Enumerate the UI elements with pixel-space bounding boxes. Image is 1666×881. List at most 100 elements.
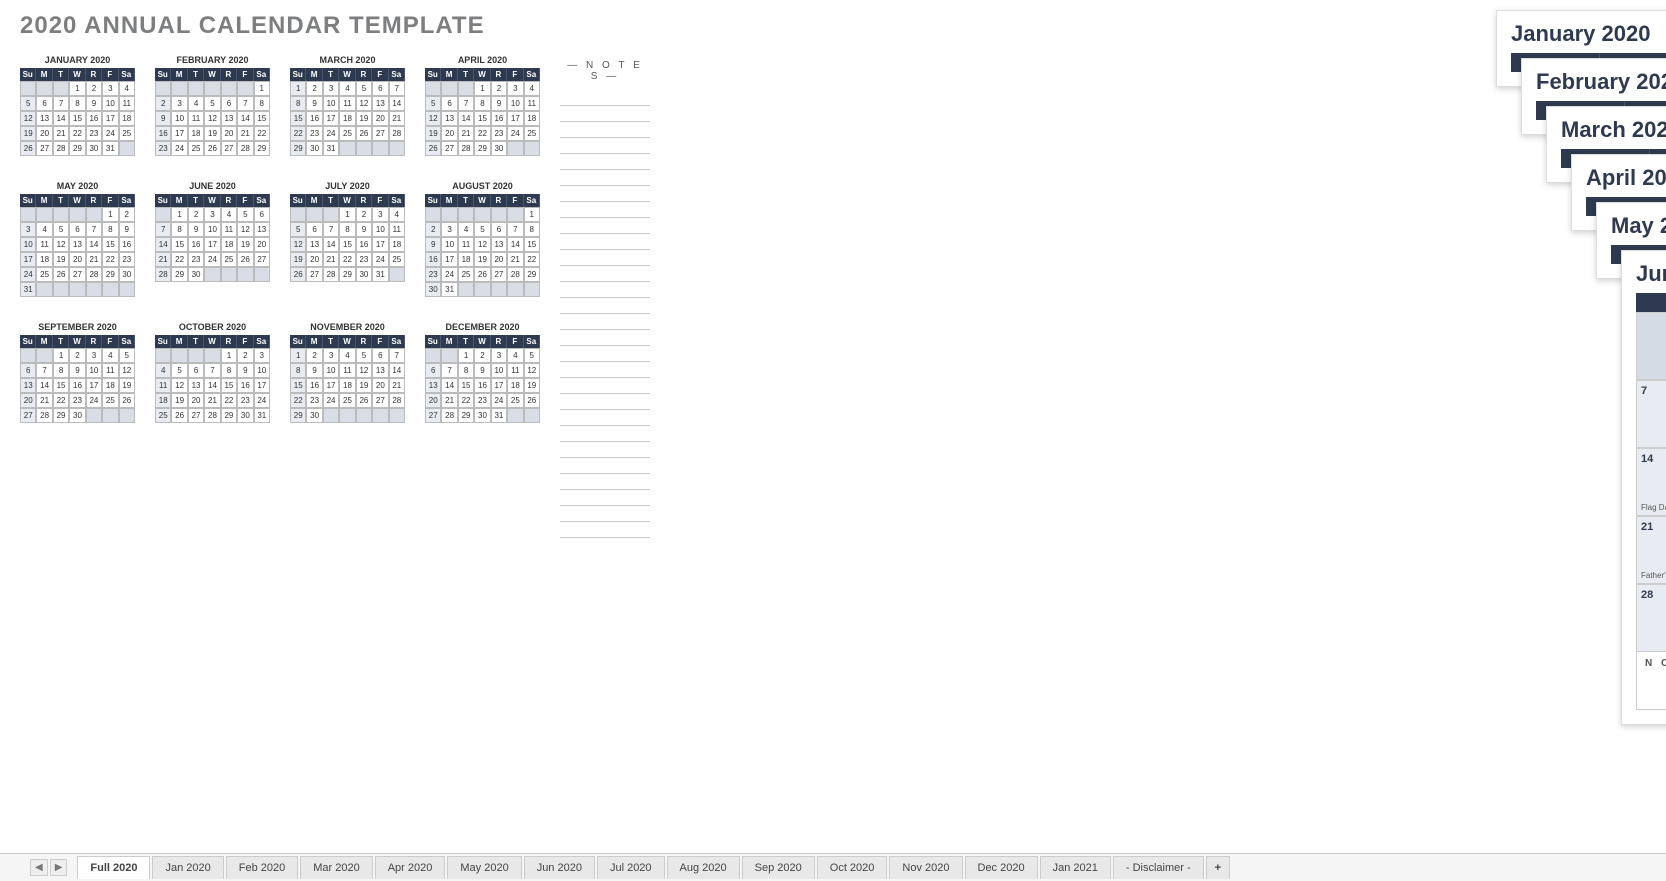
day-cell[interactable]: 21Father's Day: [1636, 516, 1666, 584]
sheet-tab[interactable]: May 2020: [447, 856, 521, 879]
mini-day-header: R: [491, 194, 507, 207]
notes-line: [560, 122, 650, 138]
mini-day-cell: 4: [339, 348, 355, 363]
mini-day-cell: 8: [290, 96, 306, 111]
mini-day-cell: 27: [372, 126, 388, 141]
mini-day-cell: 28: [507, 267, 523, 282]
mini-day-cell: 5: [204, 96, 220, 111]
day-cell[interactable]: 7: [1636, 380, 1666, 448]
mini-day-cell: 9: [306, 96, 322, 111]
sheet-tab[interactable]: Mar 2020: [300, 856, 372, 879]
mini-day-cell: 30: [491, 141, 507, 156]
mini-day-header: Su: [155, 68, 171, 81]
mini-day-cell: 31: [491, 408, 507, 423]
mini-day-cell: 19: [171, 393, 187, 408]
mini-day-cell: 28: [389, 393, 405, 408]
mini-day-cell: 18: [102, 378, 118, 393]
mini-day-cell: 4: [155, 363, 171, 378]
mini-day-cell: 22: [524, 252, 540, 267]
sheet-tab[interactable]: Sep 2020: [742, 856, 815, 879]
mini-day-cell: [507, 207, 523, 222]
mini-day-cell: 18: [507, 378, 523, 393]
sheet-tab[interactable]: Feb 2020: [226, 856, 298, 879]
mini-day-cell: 19: [474, 252, 490, 267]
mini-day-header: R: [491, 68, 507, 81]
mini-day-cell: 30: [119, 267, 135, 282]
mini-day-cell: [524, 408, 540, 423]
mini-day-cell: 23: [155, 141, 171, 156]
mini-day-cell: 16: [155, 126, 171, 141]
mini-day-cell: 24: [491, 393, 507, 408]
mini-day-cell: 26: [204, 141, 220, 156]
day-cell[interactable]: 14Flag Day: [1636, 448, 1666, 516]
mini-day-cell: 16: [425, 252, 441, 267]
mini-day-cell: 28: [441, 408, 457, 423]
mini-day-cell: 19: [290, 252, 306, 267]
sheet-tab[interactable]: Jul 2020: [597, 856, 665, 879]
notes-line: [560, 410, 650, 426]
mini-day-cell: 16: [491, 111, 507, 126]
mini-day-cell: 14: [323, 237, 339, 252]
mini-day-cell: 18: [389, 237, 405, 252]
mini-day-header: W: [204, 68, 220, 81]
mini-day-cell: [524, 282, 540, 297]
sheet-tab[interactable]: Jun 2020: [524, 856, 595, 879]
tab-prev-icon[interactable]: ◀: [30, 859, 48, 876]
mini-day-cell: 31: [441, 282, 457, 297]
mini-day-cell: 19: [119, 378, 135, 393]
tab-next-icon[interactable]: ▶: [50, 859, 68, 876]
sheet-tab[interactable]: Dec 2020: [965, 856, 1038, 879]
mini-day-cell: 5: [356, 81, 372, 96]
mini-day-cell: 1: [474, 81, 490, 96]
day-cell[interactable]: 28: [1636, 584, 1666, 652]
mini-day-cell: [389, 141, 405, 156]
sheet-tab[interactable]: Nov 2020: [889, 856, 962, 879]
sheet-tab[interactable]: Full 2020: [77, 856, 150, 879]
notes-line: [560, 442, 650, 458]
sheet-tab[interactable]: Jan 2021: [1040, 856, 1111, 879]
mini-day-cell: 22: [69, 126, 85, 141]
sheet-tab[interactable]: Oct 2020: [817, 856, 888, 879]
mini-day-cell: 28: [323, 267, 339, 282]
mini-day-cell: 17: [102, 111, 118, 126]
mini-day-cell: 17: [372, 237, 388, 252]
mini-day-cell: 25: [339, 393, 355, 408]
mini-day-cell: 15: [524, 237, 540, 252]
notes-panel: — N O T E S —: [560, 60, 650, 538]
mini-calendar: MAY 2020SuMTWRFSa12345678910111213141516…: [20, 181, 135, 297]
add-sheet-button[interactable]: +: [1206, 856, 1230, 879]
mini-day-cell: 29: [171, 267, 187, 282]
mini-day-cell: 6: [36, 96, 52, 111]
mini-day-cell: 18: [339, 111, 355, 126]
mini-day-cell: 19: [20, 126, 36, 141]
mini-day-cell: 23: [69, 393, 85, 408]
mini-day-cell: 6: [69, 222, 85, 237]
mini-day-header: F: [102, 68, 118, 81]
sheet-tab[interactable]: Apr 2020: [375, 856, 446, 879]
day-cell[interactable]: [1636, 312, 1666, 380]
mini-day-cell: 24: [204, 252, 220, 267]
mini-day-cell: 7: [53, 96, 69, 111]
sheet-tab[interactable]: - Disclaimer -: [1113, 856, 1204, 879]
mini-day-cell: 30: [69, 408, 85, 423]
mini-day-header: Sa: [389, 335, 405, 348]
mini-day-cell: 9: [188, 222, 204, 237]
mini-day-cell: 26: [290, 267, 306, 282]
mini-day-cell: 21: [204, 393, 220, 408]
mini-day-cell: 13: [221, 111, 237, 126]
mini-day-cell: 11: [389, 222, 405, 237]
mini-day-cell: 24: [323, 393, 339, 408]
mini-day-cell: 26: [425, 141, 441, 156]
mini-day-cell: 20: [425, 393, 441, 408]
mini-day-cell: 8: [53, 363, 69, 378]
mini-day-header: R: [356, 335, 372, 348]
sheet-tab[interactable]: Jan 2020: [152, 856, 223, 879]
mini-day-cell: 5: [524, 348, 540, 363]
mini-day-cell: 2: [119, 207, 135, 222]
mini-day-cell: 5: [53, 222, 69, 237]
mini-day-header: W: [474, 194, 490, 207]
mini-day-cell: 19: [53, 252, 69, 267]
sheet-tab[interactable]: Aug 2020: [667, 856, 740, 879]
mini-day-cell: 30: [86, 141, 102, 156]
notes-line: [560, 106, 650, 122]
